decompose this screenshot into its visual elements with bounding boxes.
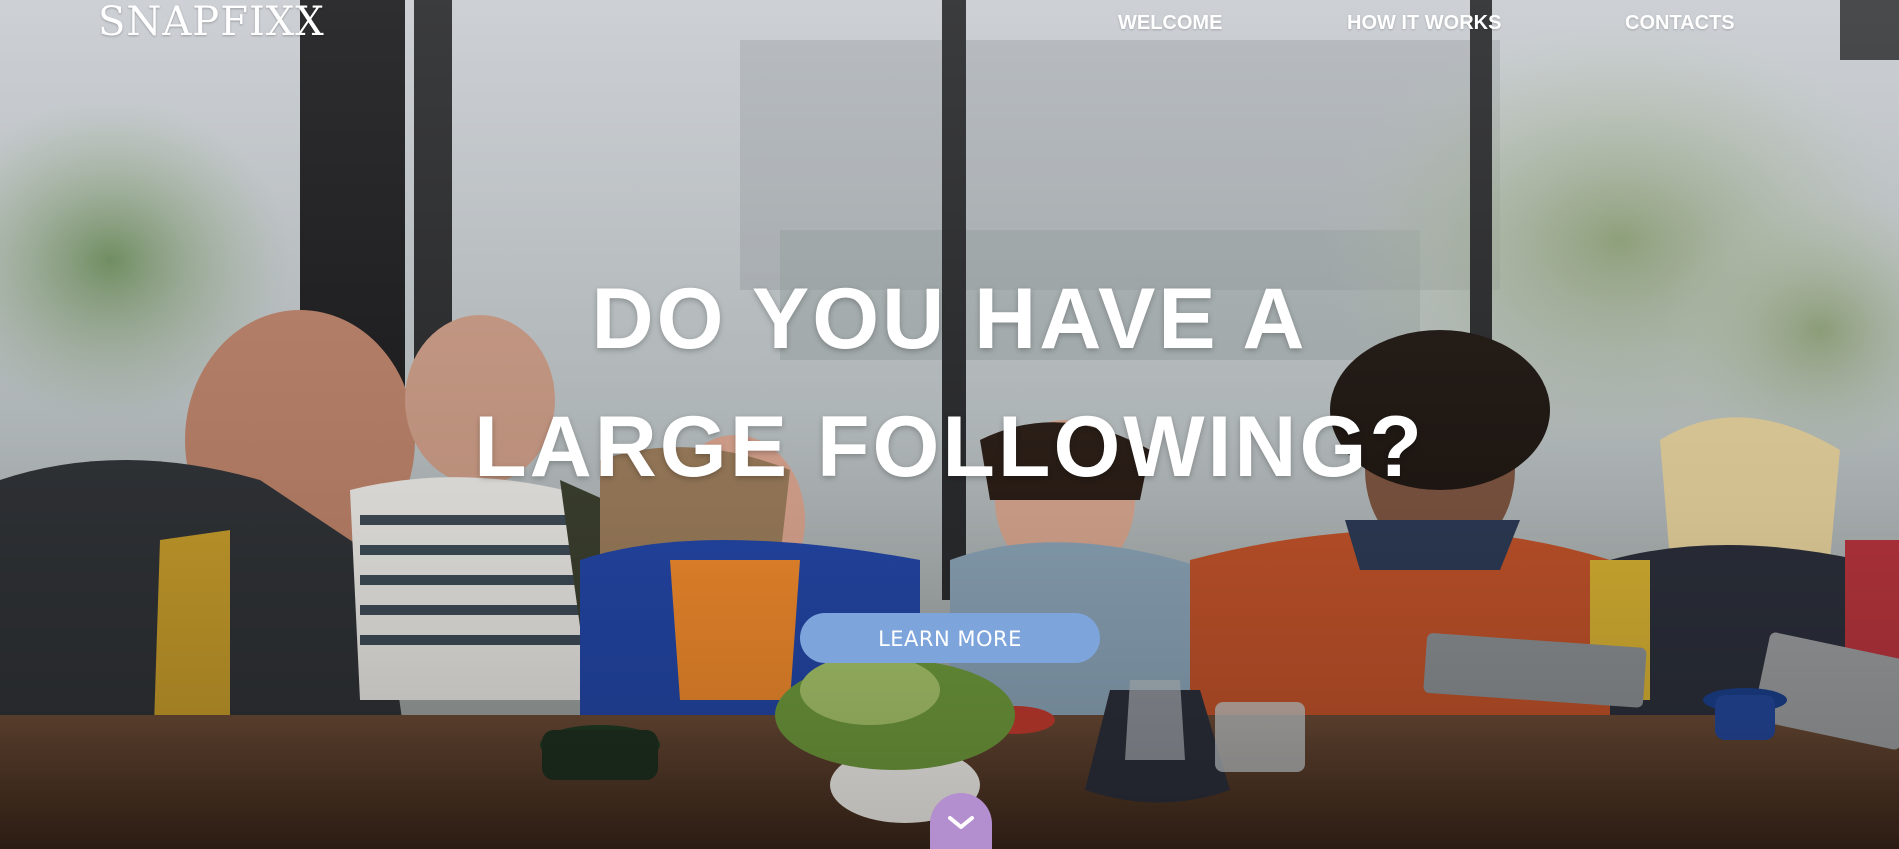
hero-headline-line-1: DO YOU HAVE A [591,271,1308,367]
hero-headline-line-2: LARGE FOLLOWING? [474,399,1425,495]
top-navigation-bar: SNAPFIXX WELCOME HOW IT WORKS CONTACTS [0,0,1899,52]
learn-more-button[interactable]: LEARN MORE [800,613,1100,663]
nav-item-how-it-works[interactable]: HOW IT WORKS [1347,12,1501,35]
chevron-down-icon [948,816,974,829]
hero-section: SNAPFIXX WELCOME HOW IT WORKS CONTACTS D… [0,0,1899,849]
nav-item-welcome[interactable]: WELCOME [1118,12,1222,35]
main-nav: WELCOME HOW IT WORKS CONTACTS [0,12,1899,40]
hero-headline: DO YOU HAVE A LARGE FOLLOWING? [0,255,1899,511]
nav-item-contacts[interactable]: CONTACTS [1625,12,1735,35]
scroll-down-button[interactable] [930,793,992,849]
